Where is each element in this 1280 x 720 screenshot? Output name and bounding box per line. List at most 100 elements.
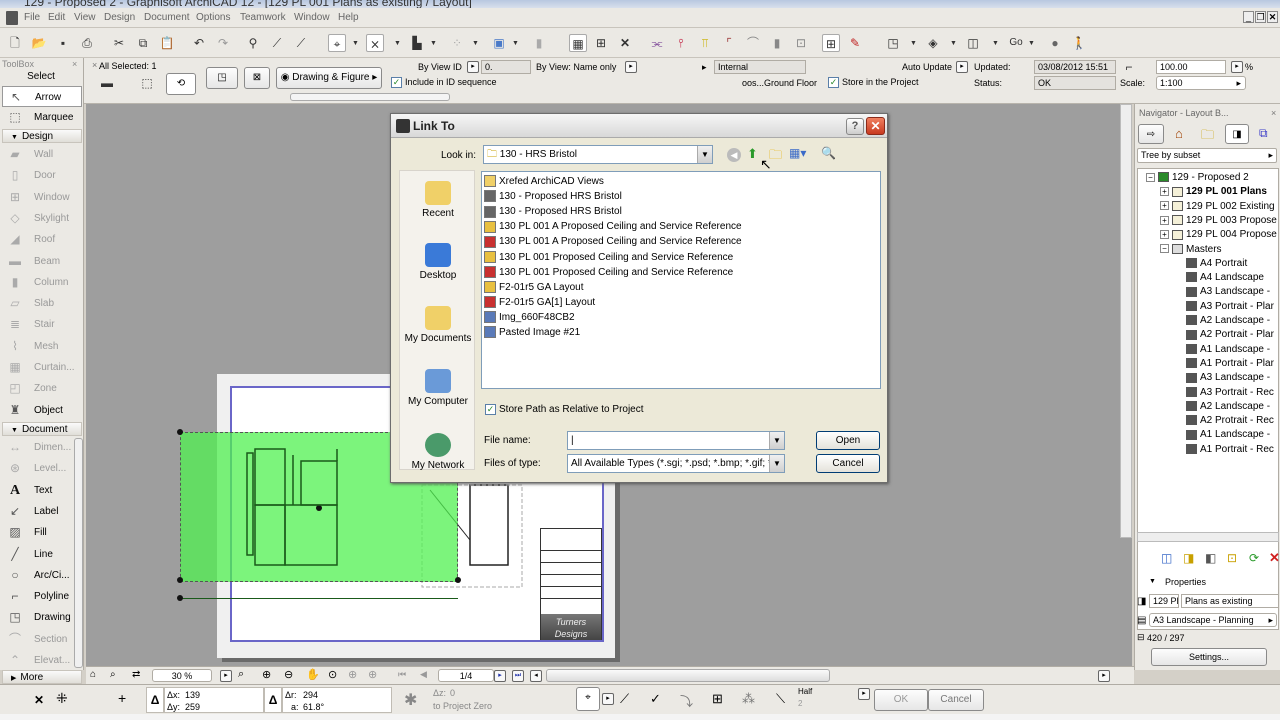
- file-name-input[interactable]: | ▼: [567, 431, 785, 450]
- menu-help[interactable]: Help: [338, 12, 359, 23]
- gravity-icon[interactable]: ⌖: [328, 34, 346, 52]
- expand-icon[interactable]: +: [1160, 201, 1169, 211]
- tool-dimen[interactable]: ↔ Dimen...: [2, 437, 82, 458]
- scroll-right-icon[interactable]: ▸: [1098, 670, 1110, 682]
- tree-masters-folder[interactable]: − Masters: [1160, 243, 1222, 257]
- store-in-project-checkbox[interactable]: ✓: [828, 77, 839, 88]
- project-map-button[interactable]: ⇨: [1138, 124, 1164, 144]
- expand-icon[interactable]: +: [1160, 230, 1169, 240]
- tree-master-layout[interactable]: A4 Portrait: [1186, 257, 1247, 271]
- page-number-field[interactable]: 1/4: [438, 669, 494, 682]
- close-icon[interactable]: ×: [72, 59, 77, 69]
- grid-snap-icon[interactable]: ⁘: [448, 34, 466, 52]
- menu-window[interactable]: Window: [294, 12, 330, 23]
- collapse-icon[interactable]: −: [1160, 244, 1169, 254]
- file-list-item[interactable]: 130 PL 001 Proposed Ceiling and Service …: [484, 265, 733, 280]
- magic-snap-icon[interactable]: ⁂: [742, 691, 755, 707]
- lock-icon[interactable]: ▮: [530, 34, 548, 52]
- infobox-scrollbar[interactable]: [290, 93, 450, 101]
- horizontal-scrollbar[interactable]: [546, 669, 830, 682]
- tool-marquee[interactable]: ⬚ Marquee: [2, 107, 82, 128]
- zoom-out-icon[interactable]: ⊖: [284, 668, 293, 681]
- copy-icon[interactable]: ⧉: [134, 34, 152, 52]
- snap-menu-arrow[interactable]: ▸: [602, 693, 614, 705]
- restore-icon[interactable]: ❐: [1255, 11, 1266, 23]
- toolbox-scrollbar[interactable]: [74, 438, 83, 668]
- layers-icon[interactable]: ▣: [490, 34, 508, 52]
- ok-button[interactable]: OK: [874, 689, 928, 711]
- view-3d-icon[interactable]: ◈: [924, 34, 942, 52]
- tree-mode-select[interactable]: Tree by subset ▸: [1137, 148, 1277, 163]
- selection-handle[interactable]: [455, 577, 461, 583]
- help-button[interactable]: ?: [846, 118, 864, 135]
- snap-grid-icon[interactable]: ⊞: [712, 691, 723, 707]
- zoom-in-icon[interactable]: ⊕: [262, 668, 271, 681]
- tree-master-layout[interactable]: A1 Portrait - Rec: [1186, 443, 1274, 457]
- view-layout-icon[interactable]: ◫: [964, 34, 982, 52]
- dy-value[interactable]: 259: [185, 702, 200, 712]
- view-menu-icon[interactable]: ▦▾: [789, 146, 806, 160]
- half-value[interactable]: 2: [798, 699, 802, 708]
- snap-offset-icon[interactable]: ⤵: [680, 691, 693, 710]
- previous-page-icon[interactable]: ◀: [420, 669, 427, 680]
- walk-icon[interactable]: ●: [1046, 34, 1064, 52]
- menu-options[interactable]: Options: [196, 12, 230, 23]
- view-id-field[interactable]: 0.: [481, 60, 531, 74]
- polar-toggle[interactable]: Δ: [264, 687, 282, 713]
- tool-elevat[interactable]: ⌃ Elevat...: [2, 650, 82, 671]
- open-button[interactable]: Open: [816, 431, 880, 450]
- tool-label[interactable]: ↙ Label: [2, 501, 82, 522]
- menu-file[interactable]: File: [24, 12, 40, 23]
- syringe-icon[interactable]: ⟋: [292, 34, 310, 52]
- offset-icon[interactable]: ⌒: [744, 34, 762, 52]
- close-icon[interactable]: ✕: [1267, 11, 1278, 23]
- undo-icon[interactable]: ↶: [190, 34, 208, 52]
- tree-master-layout[interactable]: A2 Landscape -: [1186, 314, 1270, 328]
- open-icon[interactable]: 📂: [30, 34, 48, 52]
- tree-master-layout[interactable]: A3 Landscape -: [1186, 371, 1270, 385]
- tool-object[interactable]: ♜ Object: [2, 400, 82, 421]
- tool-text[interactable]: A Text: [2, 480, 82, 501]
- menu-document[interactable]: Document: [144, 12, 190, 23]
- tree-master-layout[interactable]: A2 Landscape -: [1186, 400, 1270, 414]
- tree-root[interactable]: − 129 - Proposed 2: [1146, 171, 1249, 185]
- place-my-computer[interactable]: My Computer: [400, 369, 476, 407]
- tree-subset[interactable]: +129 PL 003 Propose: [1160, 214, 1277, 228]
- angle-value[interactable]: 61.8°: [303, 702, 324, 712]
- zoom-preview-icon[interactable]: ⌕: [110, 669, 116, 680]
- tree-master-layout[interactable]: A1 Landscape -: [1186, 343, 1270, 357]
- auto-update-arrow[interactable]: ▸: [956, 61, 968, 73]
- dr-value[interactable]: 294: [303, 690, 318, 700]
- tool-arc-ci[interactable]: ○ Arc/Ci...: [2, 565, 82, 586]
- pan-icon[interactable]: ✋: [306, 668, 320, 681]
- look-in-select[interactable]: 🗀 130 - HRS Bristol ▼: [483, 145, 713, 164]
- document-section-header[interactable]: Document: [2, 422, 82, 436]
- tree-master-layout[interactable]: A3 Portrait - Plar: [1186, 300, 1274, 314]
- new-subset-icon[interactable]: ◨: [1183, 551, 1194, 565]
- dialog-title-bar[interactable]: Link To ? ✕: [391, 114, 887, 138]
- tool-zone[interactable]: ◰ Zone: [2, 378, 82, 399]
- chevron-down-icon[interactable]: ▼: [512, 40, 519, 47]
- file-list-item[interactable]: F2-01r5 GA Layout: [484, 280, 584, 295]
- selection-handle[interactable]: [177, 429, 183, 435]
- arrow-icon[interactable]: ▸: [702, 62, 707, 73]
- tool-column[interactable]: ▮ Column: [2, 272, 82, 293]
- chevron-down-icon[interactable]: ▼: [910, 40, 917, 47]
- update-icon[interactable]: ⟳: [1249, 551, 1259, 565]
- file-list-item[interactable]: 130 - Proposed HRS Bristol: [484, 204, 622, 219]
- chevron-down-icon[interactable]: ▼: [1149, 578, 1156, 585]
- special-snap-icon[interactable]: ✓: [650, 691, 661, 707]
- expand-icon[interactable]: +: [1160, 187, 1169, 197]
- layout-id-field[interactable]: 129 Pl: [1149, 594, 1179, 608]
- selection-handle[interactable]: [177, 595, 183, 601]
- drawing-frame-button[interactable]: ◳: [206, 67, 238, 89]
- close-icon[interactable]: ×: [1271, 108, 1276, 118]
- view-id-arrow[interactable]: ▸: [467, 61, 479, 73]
- cut-icon[interactable]: ✂: [110, 34, 128, 52]
- canvas-vertical-scrollbar[interactable]: [1120, 104, 1132, 538]
- navigate-icon[interactable]: ⇄: [132, 669, 140, 680]
- delete-icon[interactable]: ✕: [1269, 550, 1280, 566]
- design-section-header[interactable]: Design: [2, 129, 82, 143]
- tool-section[interactable]: ⌒ Section: [2, 629, 82, 650]
- menu-edit[interactable]: Edit: [48, 12, 65, 23]
